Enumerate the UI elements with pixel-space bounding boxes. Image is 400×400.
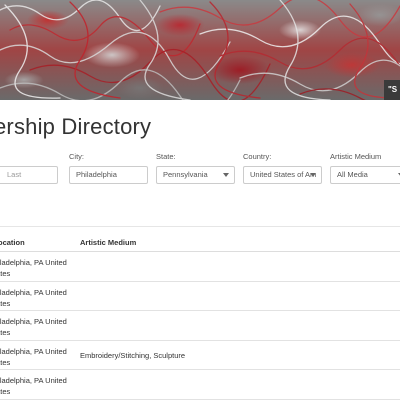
last-name-input[interactable]: Last	[0, 166, 58, 184]
page-title: ership Directory	[0, 114, 152, 139]
header-artistic-medium[interactable]: Artistic Medium	[80, 238, 136, 247]
row-location: hiladelphia, PA Unitedtates	[0, 287, 67, 308]
last-name-label	[0, 152, 58, 161]
row-location: hiladelphia, PA Unitedtates	[0, 346, 67, 367]
state-value: Pennsylvania	[163, 170, 208, 179]
country-label: Country:	[243, 152, 272, 161]
medium-value: All Media	[337, 170, 368, 179]
chevron-down-icon	[223, 173, 229, 177]
table-row[interactable]: hiladelphia, PA Unitedtates Embroidery/St…	[0, 341, 400, 370]
hero-banner: "S	[0, 0, 400, 100]
medium-label: Artistic Medium	[330, 152, 382, 161]
row-location: hiladelphia, PA Unitedtates	[0, 258, 67, 278]
header-location[interactable]: ocation	[0, 238, 25, 247]
medium-select[interactable]: All Media	[330, 166, 400, 184]
state-label: State:	[156, 152, 176, 161]
results-table: ocation Artistic Medium hiladelphia, PA …	[0, 232, 400, 400]
city-input[interactable]: Philadelphia	[69, 166, 148, 184]
medium-filter: Artistic Medium All Media	[330, 152, 400, 184]
divider	[0, 226, 400, 227]
country-value: United States of Am	[250, 170, 317, 179]
country-select[interactable]: United States of Am	[243, 166, 322, 184]
state-select[interactable]: Pennsylvania	[156, 166, 235, 184]
city-value: Philadelphia	[76, 170, 117, 179]
row-location: hiladelphia, PA Unitedtates	[0, 317, 67, 337]
table-body: hiladelphia, PA Unitedtateshiladelphia, …	[0, 252, 400, 400]
table-header: ocation Artistic Medium	[0, 232, 400, 252]
last-name-filter: Last	[0, 152, 58, 184]
last-name-placeholder: Last	[7, 170, 22, 179]
country-filter: Country: United States of Am	[243, 152, 322, 184]
table-row[interactable]: hiladelphia, PA Unitedtates	[0, 282, 400, 311]
table-row[interactable]: hiladelphia, PA Unitedtates	[0, 252, 400, 282]
row-location: hiladelphia, PA Unitedtates	[0, 376, 67, 396]
yarn-texture-image	[0, 0, 400, 100]
city-filter: City: Philadelphia	[69, 152, 148, 184]
hero-caption-tab[interactable]: "S	[384, 80, 400, 100]
chevron-down-icon	[310, 173, 316, 177]
table-row[interactable]: hiladelphia, PA Unitedtates	[0, 311, 400, 341]
city-label: City:	[69, 152, 84, 161]
row-artistic-medium: Embroidery/Stitching, Sculpture	[80, 350, 186, 360]
state-filter: State: Pennsylvania	[156, 152, 235, 184]
table-row[interactable]: hiladelphia, PA Unitedtates	[0, 370, 400, 400]
